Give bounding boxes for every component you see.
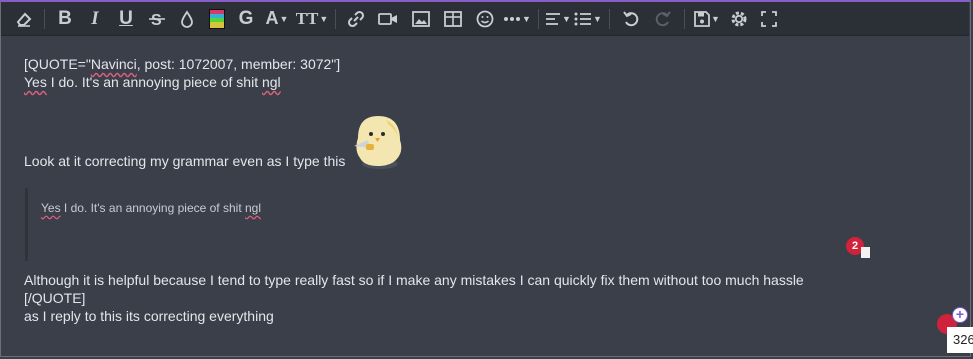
svg-text:S: S: [151, 12, 162, 28]
spelling-error[interactable]: ngl: [262, 74, 281, 90]
list-icon[interactable]: ▼: [572, 4, 604, 34]
remove-format-icon[interactable]: [9, 4, 39, 34]
text-color-icon[interactable]: [172, 4, 202, 34]
align-icon[interactable]: ▼: [544, 4, 572, 34]
strikethrough-icon[interactable]: S: [142, 4, 172, 34]
quote-open-line: [QUOTE="Navinci, post: 1072007, member: …: [24, 56, 341, 72]
word-counter: 326: [947, 327, 973, 353]
font-size-icon[interactable]: TT ▼: [294, 4, 330, 34]
fullscreen-icon[interactable]: [754, 4, 784, 34]
more-icon[interactable]: ▼: [501, 4, 533, 34]
blockquote: Yes I do. It's an annoying piece of shit…: [25, 188, 548, 261]
plus-icon[interactable]: +: [952, 307, 968, 323]
chevron-down-icon: ▼: [593, 13, 602, 24]
chevron-down-icon: ▼: [319, 13, 329, 24]
spelling-error[interactable]: Yes: [41, 201, 61, 215]
toolbar-divider: [609, 8, 610, 29]
chevron-down-icon: ▼: [711, 13, 720, 24]
quote-close-line: [/QUOTE]: [24, 290, 86, 306]
table-icon[interactable]: [437, 4, 469, 34]
blockquote-text: Yes I do. It's an annoying piece of shit…: [41, 201, 261, 215]
gif-icon[interactable]: [202, 4, 232, 34]
redo-icon[interactable]: [647, 4, 679, 34]
spelling-error[interactable]: Yes: [24, 74, 47, 90]
toolbar-divider: [335, 8, 336, 29]
toolbar-divider: [684, 8, 685, 29]
image-icon[interactable]: [405, 4, 437, 34]
video-icon[interactable]: [371, 4, 405, 34]
drafts-icon[interactable]: ▼: [690, 4, 724, 34]
chevron-down-icon: ▼: [562, 13, 571, 24]
comment-line: Look at it correcting my grammar even as…: [24, 153, 346, 169]
link-icon[interactable]: [341, 4, 371, 34]
chevron-down-icon: ▼: [279, 13, 289, 24]
grammar-issue-marker: [861, 247, 870, 258]
settings-icon[interactable]: [724, 4, 754, 34]
spelling-error[interactable]: ngl: [245, 201, 261, 215]
quoted-reply-line: Yes I do. It's an annoying piece of shit…: [24, 74, 281, 90]
reply-line: as I reply to this its correcting everyt…: [24, 308, 274, 324]
chevron-down-icon: ▼: [522, 13, 531, 24]
editor-toolbar: B I U S G A ▼ TT ▼ ▼ ▼ ▼ ▼: [1, 2, 969, 36]
bold-icon[interactable]: B: [50, 4, 80, 34]
toolbar-divider: [44, 8, 45, 29]
chick-emoji-image: [354, 116, 402, 169]
toolbar-divider: [538, 8, 539, 29]
google-icon[interactable]: G: [232, 4, 260, 34]
spelling-error[interactable]: Navinci: [91, 56, 137, 72]
font-family-icon[interactable]: A ▼: [260, 4, 294, 34]
italic-icon[interactable]: I: [80, 4, 110, 34]
undo-icon[interactable]: [615, 4, 647, 34]
emoji-icon[interactable]: [469, 4, 501, 34]
helpful-line: Although it is helpful because I tend to…: [24, 272, 804, 288]
underline-icon[interactable]: U: [110, 4, 142, 34]
